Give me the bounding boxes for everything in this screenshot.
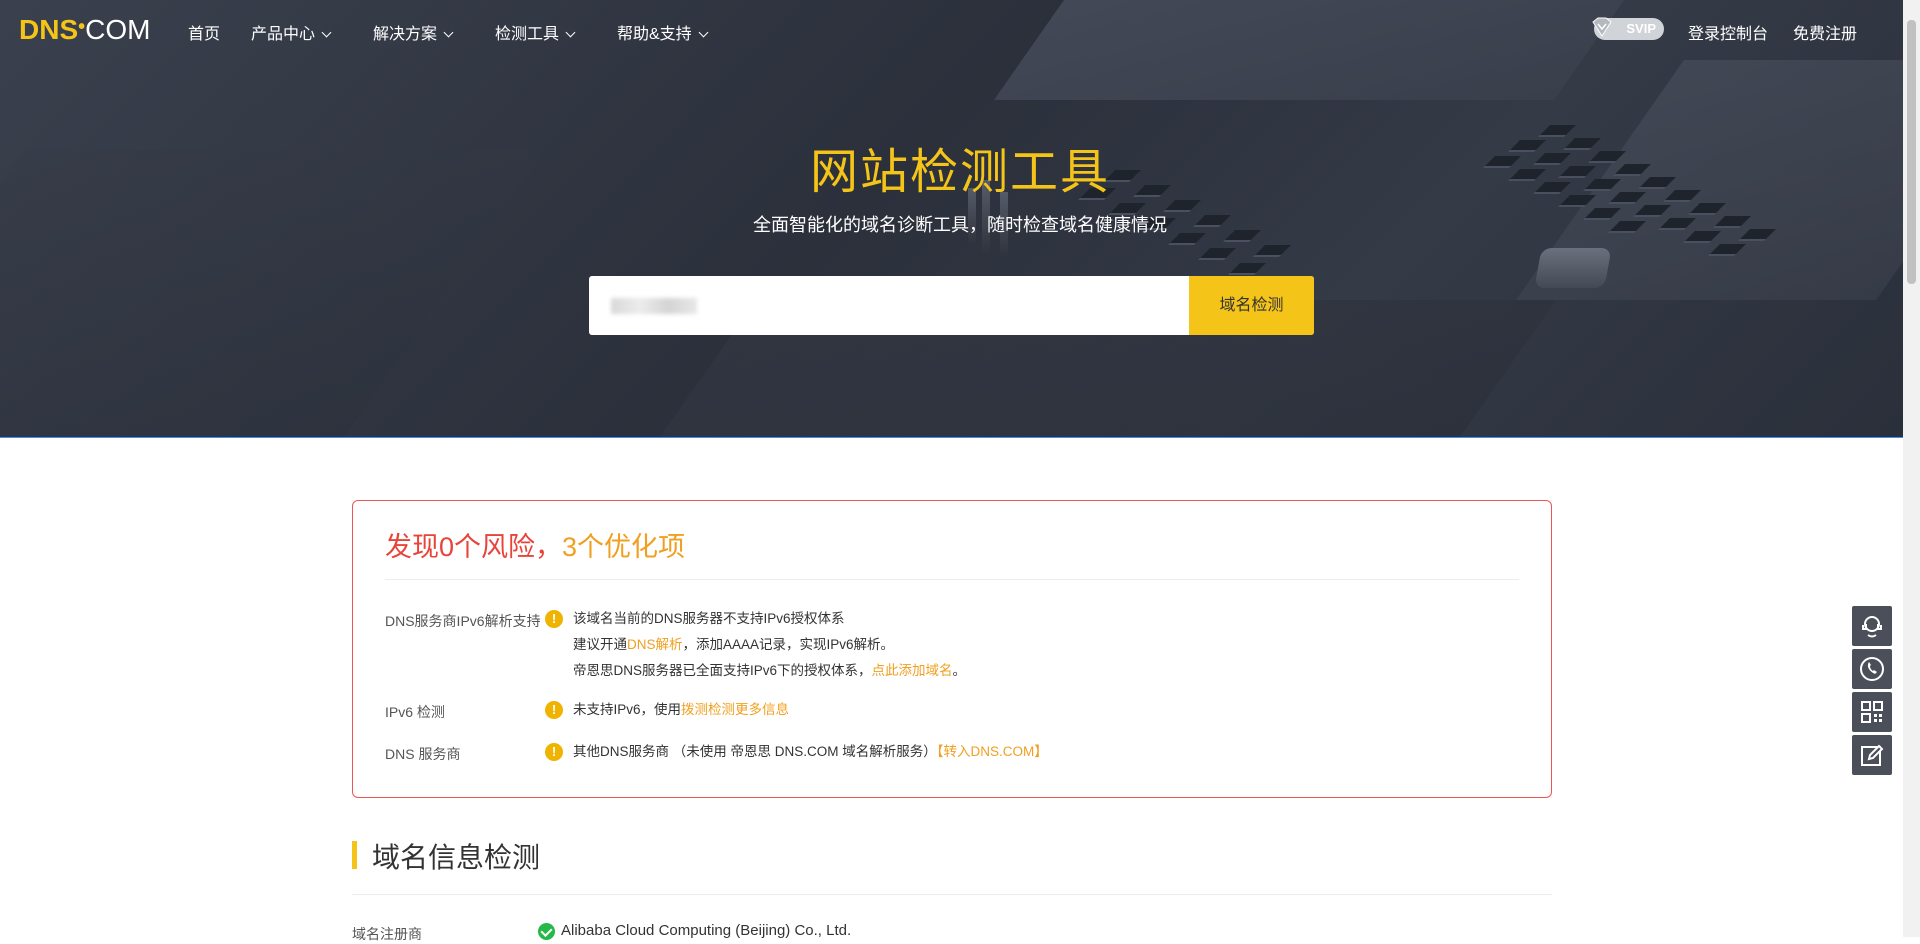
svip-label: SVIP (1626, 21, 1656, 36)
register-link[interactable]: 免费注册 (1793, 20, 1857, 44)
detail-text: ，添加AAAA记录，实现IPv6解析。 (682, 637, 895, 652)
logo-text-light: COM (85, 14, 151, 45)
customer-service-button[interactable] (1852, 606, 1892, 646)
add-domain-link[interactable]: 点此添加域名 (872, 663, 953, 678)
optimization-count: 3个优化项 (562, 532, 686, 562)
logo[interactable]: DNS•COM (19, 14, 150, 46)
risk-summary-title: 发现0个风险，3个优化项 (385, 525, 685, 564)
chevron-down-icon (565, 27, 576, 38)
phone-button[interactable] (1852, 649, 1892, 689)
detail-text: 其他DNS服务商 （未使用 帝恩思 DNS.COM 域名解析服务） (573, 744, 937, 759)
detail-line: 帝恩思DNS服务器已全面支持IPv6下的授权体系，点此添加域名。 (573, 658, 966, 684)
nav-products[interactable]: 产品中心 (251, 20, 332, 44)
hero-decor (1534, 248, 1612, 288)
risk-summary-card: 发现0个风险，3个优化项 DNS服务商IPv6解析支持 ! 该域名当前的DNS服… (352, 500, 1552, 798)
qrcode-button[interactable] (1852, 692, 1892, 732)
customer-service-icon (1862, 616, 1882, 638)
page-subtitle: 全面智能化的域名诊断工具，随时检查域名健康情况 (753, 215, 1167, 235)
divider (385, 579, 1519, 580)
dns-resolve-link[interactable]: DNS解析 (627, 637, 683, 652)
detail-text: 帝恩思DNS服务器已全面支持IPv6下的授权体系， (573, 663, 872, 678)
hero-divider (0, 437, 1920, 438)
nav-solutions[interactable]: 解决方案 (373, 20, 454, 44)
warning-icon: ! (545, 610, 563, 628)
warning-icon: ! (545, 743, 563, 761)
nav-label: 帮助&支持 (617, 26, 692, 43)
transfer-dns-link[interactable]: 【转入DNS.COM】 (937, 744, 1048, 759)
risk-item-label: IPv6 检测 (385, 704, 445, 720)
nav-label: 解决方案 (373, 26, 438, 43)
console-label: 登录控制台 (1688, 26, 1769, 43)
logo-text-bold: DNS (19, 14, 79, 45)
feedback-button[interactable] (1852, 735, 1892, 775)
risk-item-label: DNS服务商IPv6解析支持 (385, 613, 541, 629)
risk-item-detail: 该域名当前的DNS服务器不支持IPv6授权体系 建议开通DNS解析，添加AAAA… (573, 606, 966, 684)
detail-text: 未支持IPv6，使用 (573, 702, 682, 717)
page-title: 网站检测工具 (809, 146, 1110, 199)
detail-line: 建议开通DNS解析，添加AAAA记录，实现IPv6解析。 (573, 632, 966, 658)
check-circle-icon (538, 923, 555, 940)
risk-count: 发现0个风险， (385, 532, 563, 562)
registrar-value: Alibaba Cloud Computing (Beijing) Co., L… (561, 922, 852, 939)
scrollbar-thumb[interactable] (1907, 20, 1916, 284)
warning-icon: ! (545, 701, 563, 719)
risk-item-detail: 未支持IPv6，使用拨测检测更多信息 (573, 697, 789, 723)
detail-line: 该域名当前的DNS服务器不支持IPv6授权体系 (573, 611, 845, 626)
domain-check-button[interactable]: 域名检测 (1189, 276, 1314, 335)
diamond-icon (1592, 17, 1612, 37)
risk-item-detail: 其他DNS服务商 （未使用 帝恩思 DNS.COM 域名解析服务）【转入DNS.… (573, 739, 1048, 765)
chevron-down-icon (443, 27, 454, 38)
detail-text: 建议开通 (573, 637, 627, 652)
probe-link[interactable]: 拨测检测更多信息 (681, 702, 789, 717)
detail-text: 。 (952, 663, 967, 678)
nav-help[interactable]: 帮助&支持 (617, 20, 709, 44)
registrar-label: 域名注册商 (352, 926, 422, 942)
phone-icon (1860, 657, 1884, 681)
nav-home[interactable]: 首页 (188, 20, 220, 44)
register-label: 免费注册 (1793, 26, 1858, 43)
chevron-down-icon (698, 27, 709, 38)
nav-label: 产品中心 (251, 26, 316, 43)
nav-tools[interactable]: 检测工具 (495, 20, 576, 44)
risk-item-label: DNS 服务商 (385, 746, 461, 762)
console-link[interactable]: 登录控制台 (1688, 20, 1768, 44)
qrcode-icon (1861, 701, 1883, 723)
top-nav: DNS•COM 首页 产品中心 解决方案 检测工具 帮助&支持 SVIP 登录控… (0, 0, 1920, 60)
section-accent (352, 841, 357, 869)
blurred-domain-value (611, 298, 697, 314)
divider (352, 894, 1552, 895)
chevron-down-icon (321, 27, 332, 38)
nav-label: 检测工具 (495, 26, 560, 43)
domain-search: 域名检测 (589, 276, 1314, 335)
section-title: 域名信息检测 (372, 842, 541, 873)
nav-label: 首页 (188, 26, 221, 43)
edit-icon (1861, 744, 1884, 766)
